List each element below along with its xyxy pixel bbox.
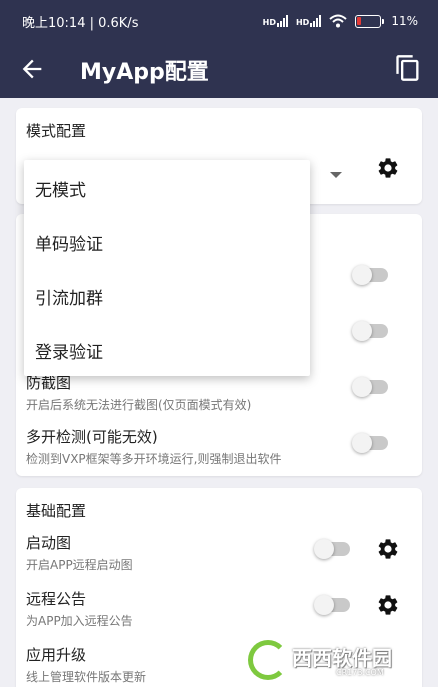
menu-item-join-group[interactable]: 引流加群 [24,268,310,322]
watermark-brand: 西西软件园 [292,646,392,670]
toggle-switch[interactable] [352,321,388,341]
menu-item-label: 引流加群 [35,289,103,309]
menu-item-no-mode[interactable]: 无模式 [24,160,310,214]
row-subtitle: 检测到VXP框架等多开环境运行,则强制退出软件 [26,452,282,466]
mode-config-title: 模式配置 [26,122,87,140]
row-title: 启动图 [26,534,72,552]
menu-item-single-code[interactable]: 单码验证 [24,214,310,268]
status-icons: HD HD 11% [263,14,418,28]
signal-1-icon: HD [263,15,288,27]
row-title: 多开检测(可能无效) [26,428,158,446]
watermark-url: CR173.COM [336,668,384,677]
app-bar: 晚上10:14 | 0.6K/s HD HD 11% MyApp配置 [0,0,438,98]
status-bar: 晚上10:14 | 0.6K/s HD HD 11% [0,0,438,42]
setting-row-announcement: 远程公告 为APP加入远程公告 [26,588,422,632]
row-subtitle: 开启APP远程启动图 [26,558,133,572]
wifi-icon [329,14,347,28]
copy-icon[interactable] [394,54,422,82]
toggle-switch[interactable] [352,433,388,453]
page-title: MyApp配置 [80,60,209,85]
row-subtitle: 开启后系统无法进行截图(仅页面模式有效) [26,398,252,412]
setting-row-splash: 启动图 开启APP远程启动图 [26,532,422,576]
toggle-switch[interactable] [352,377,388,397]
toggle-switch[interactable] [314,595,350,615]
gear-icon[interactable] [376,537,400,561]
gear-icon[interactable] [376,156,400,180]
row-title: 远程公告 [26,590,87,608]
row-title: 应用升级 [26,646,87,664]
menu-item-label: 无模式 [35,181,86,201]
chevron-down-icon[interactable] [330,172,342,178]
menu-item-login[interactable]: 登录验证 [24,322,310,376]
watermark-logo-icon [248,640,288,680]
gear-icon[interactable] [376,593,400,617]
menu-item-label: 登录验证 [35,343,103,363]
signal-2-icon: HD [296,15,322,27]
mode-dropdown-menu: 无模式 单码验证 引流加群 登录验证 [24,160,310,376]
status-time: 晚上10:14 | 0.6K/s [22,15,139,31]
row-subtitle: 线上管理软件版本更新 [26,670,147,684]
battery-icon [355,14,385,28]
toolbar: MyApp配置 [0,42,438,98]
arrow-left-icon[interactable] [18,55,46,83]
basic-config-title: 基础配置 [26,502,87,520]
row-subtitle: 为APP加入远程公告 [26,614,133,628]
toggle-switch[interactable] [352,265,388,285]
menu-item-label: 单码验证 [35,235,103,255]
watermark: 西西软件园 CR173.COM [248,638,422,682]
battery-level: 11% [391,14,418,28]
toggle-switch[interactable] [314,539,350,559]
